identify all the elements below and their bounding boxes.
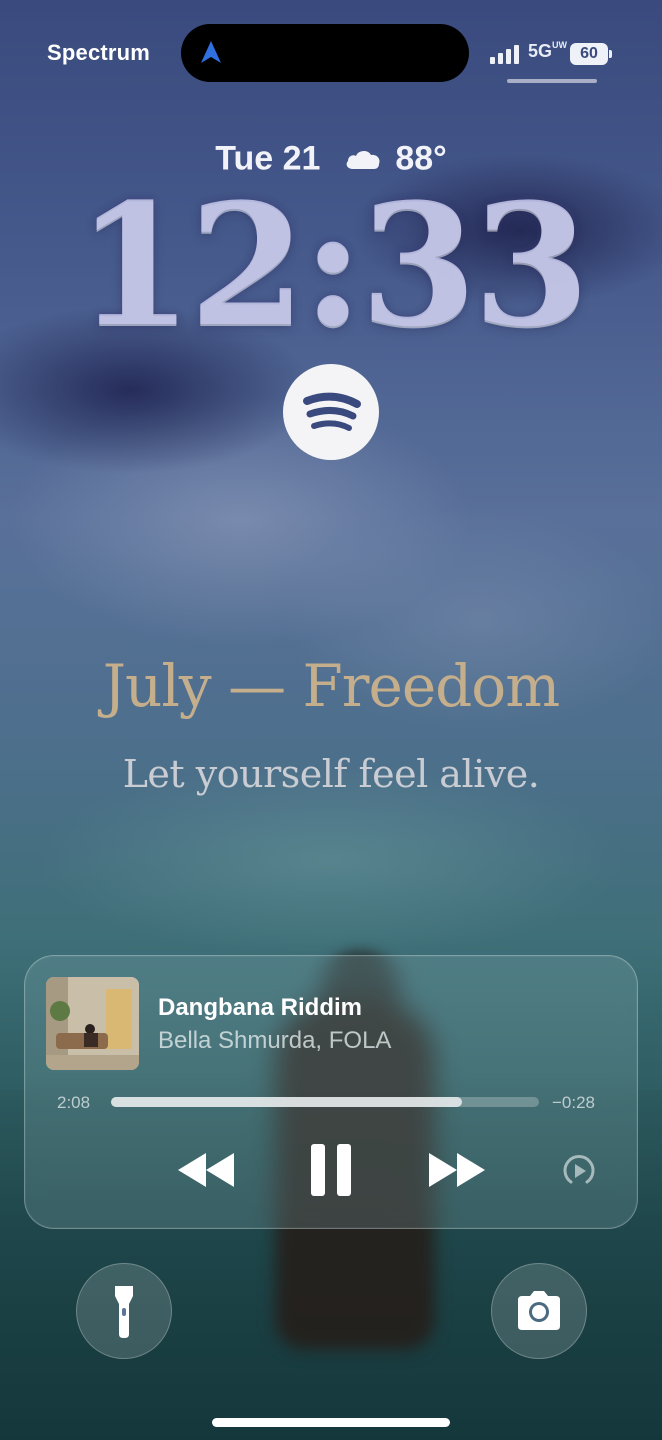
status-underline: [507, 79, 597, 83]
wallpaper-title: July — Freedom: [102, 652, 560, 720]
rewind-icon[interactable]: [176, 1151, 236, 1189]
spotify-icon: [303, 392, 361, 431]
fast-forward-icon[interactable]: [427, 1151, 487, 1189]
battery-indicator: 60: [570, 43, 608, 65]
spotify-widget[interactable]: [283, 364, 379, 460]
network-type: 5GUW: [528, 40, 568, 62]
album-art-image: [46, 977, 139, 1070]
track-title: Dangbana Riddim: [158, 994, 363, 1021]
track-artist: Bella Shmurda, FOLA: [158, 1027, 392, 1054]
camera-icon: [518, 1291, 560, 1330]
network-subtype: UW: [552, 40, 568, 50]
wallpaper-subtitle: Let yourself feel alive.: [122, 752, 540, 796]
flashlight-icon: [115, 1286, 133, 1338]
lock-clock[interactable]: 12:33: [0, 180, 662, 350]
navigation-arrow-icon: [201, 41, 221, 63]
progress-bar-fill: [111, 1097, 462, 1107]
dynamic-island[interactable]: [181, 24, 469, 82]
elapsed-time: 2:08: [57, 1093, 91, 1112]
remaining-time: −0:28: [552, 1093, 596, 1112]
flashlight-button[interactable]: [76, 1263, 172, 1359]
pause-icon[interactable]: [310, 1143, 352, 1197]
album-art[interactable]: [46, 977, 139, 1070]
cellular-signal-icon: [490, 45, 519, 64]
battery-tip: [609, 50, 612, 58]
camera-button[interactable]: [491, 1263, 587, 1359]
home-indicator[interactable]: [212, 1418, 450, 1427]
carrier-label: Spectrum: [47, 40, 151, 65]
airplay-icon[interactable]: [562, 1154, 596, 1188]
